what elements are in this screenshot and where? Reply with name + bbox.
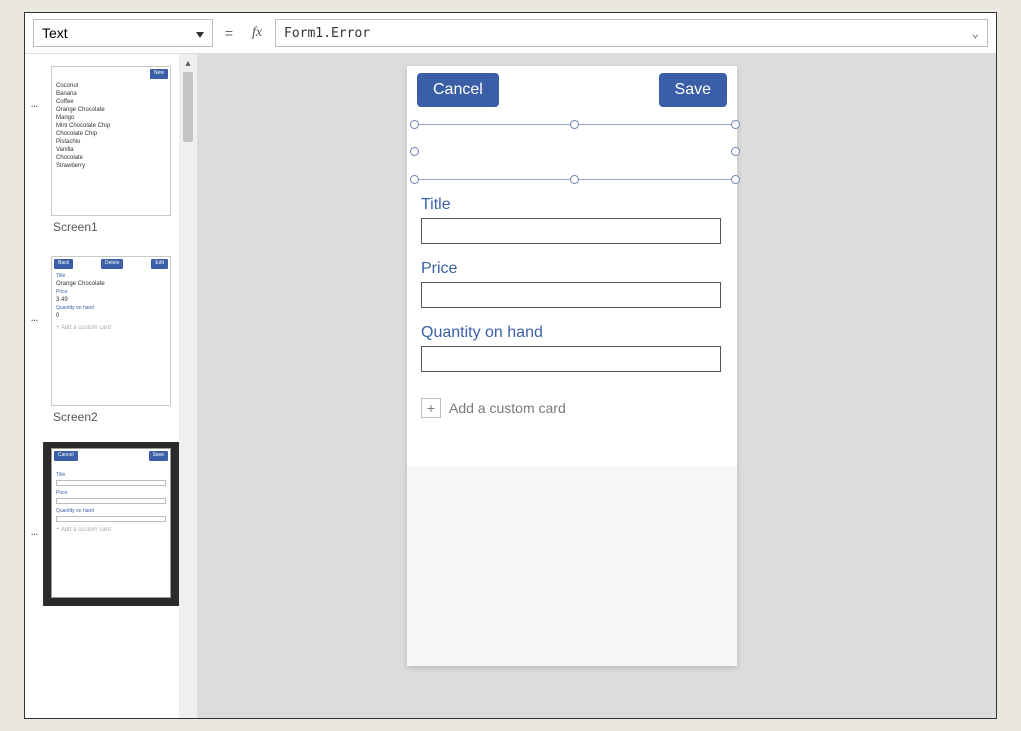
equals-sign: = (219, 25, 239, 41)
resize-handle[interactable] (410, 175, 419, 184)
plus-icon: + (421, 398, 441, 418)
thumbnail-preview: Cancel Save Title Price Quantity on hand… (51, 448, 171, 598)
selected-error-label[interactable] (415, 124, 735, 180)
field-quantity[interactable]: Quantity on hand (421, 324, 721, 372)
thumbnail-gutter: ... ... ... (25, 54, 43, 718)
add-custom-card[interactable]: + Add a custom card (421, 398, 721, 418)
chevron-down-icon (190, 25, 204, 41)
cancel-button[interactable]: Cancel (417, 73, 499, 107)
expand-down-icon[interactable]: ⌄ (972, 26, 979, 40)
more-icon[interactable]: ... (25, 324, 43, 538)
resize-handle[interactable] (731, 120, 740, 129)
thumbnail-label: Screen2 (51, 406, 171, 434)
resize-handle[interactable] (410, 120, 419, 129)
save-button[interactable]: Save (659, 73, 727, 107)
formula-input[interactable]: Form1.Error ⌄ (275, 19, 988, 47)
form-body: Title Price Quantity on hand + Add a cus… (421, 196, 721, 418)
resize-handle[interactable] (731, 175, 740, 184)
add-card-label: Add a custom card (449, 400, 566, 416)
thumbnail-scrollbar[interactable]: ▴ (179, 54, 197, 718)
thumbnail-label: Screen1 (51, 216, 171, 244)
resize-handle[interactable] (570, 175, 579, 184)
resize-handle[interactable] (570, 120, 579, 129)
property-dropdown[interactable]: Text (33, 19, 213, 47)
main-area: ... ... ... New Coconut Banana Coffee Or… (25, 54, 996, 718)
scroll-handle[interactable] (183, 72, 193, 142)
quantity-input[interactable] (421, 346, 721, 372)
thumbnail-screen1[interactable]: New Coconut Banana Coffee Orange Chocola… (49, 62, 173, 246)
property-dropdown-value: Text (42, 25, 68, 41)
thumbnail-screen3[interactable]: Cancel Save Title Price Quantity on hand… (43, 442, 179, 606)
title-input[interactable] (421, 218, 721, 244)
phone-screen: Cancel Save Title (407, 66, 737, 666)
formula-bar: Text = fx Form1.Error ⌄ (25, 13, 996, 54)
field-label: Price (421, 260, 721, 278)
field-label: Quantity on hand (421, 324, 721, 342)
field-title[interactable]: Title (421, 196, 721, 244)
field-label: Title (421, 196, 721, 214)
formula-text: Form1.Error (284, 26, 370, 41)
more-icon[interactable]: ... (25, 54, 43, 110)
thumbnail-preview: New Coconut Banana Coffee Orange Chocola… (51, 66, 171, 216)
form-header: Cancel Save (407, 66, 737, 114)
fx-icon[interactable]: fx (245, 25, 269, 41)
design-canvas[interactable]: Cancel Save Title (197, 54, 996, 718)
price-input[interactable] (421, 282, 721, 308)
thumbnail-panel: New Coconut Banana Coffee Orange Chocola… (43, 54, 179, 718)
field-price[interactable]: Price (421, 260, 721, 308)
scroll-up-icon[interactable]: ▴ (179, 54, 197, 72)
thumb-new-button: New (150, 69, 168, 79)
phone-bottom-area (407, 466, 737, 666)
more-icon[interactable]: ... (25, 110, 43, 324)
app-frame: Text = fx Form1.Error ⌄ ... ... ... New (24, 12, 997, 719)
thumbnail-preview: Back Delete Edit Title Orange Chocolate … (51, 256, 171, 406)
resize-handle[interactable] (731, 147, 740, 156)
thumbnail-screen2[interactable]: Back Delete Edit Title Orange Chocolate … (49, 252, 173, 436)
resize-handle[interactable] (410, 147, 419, 156)
